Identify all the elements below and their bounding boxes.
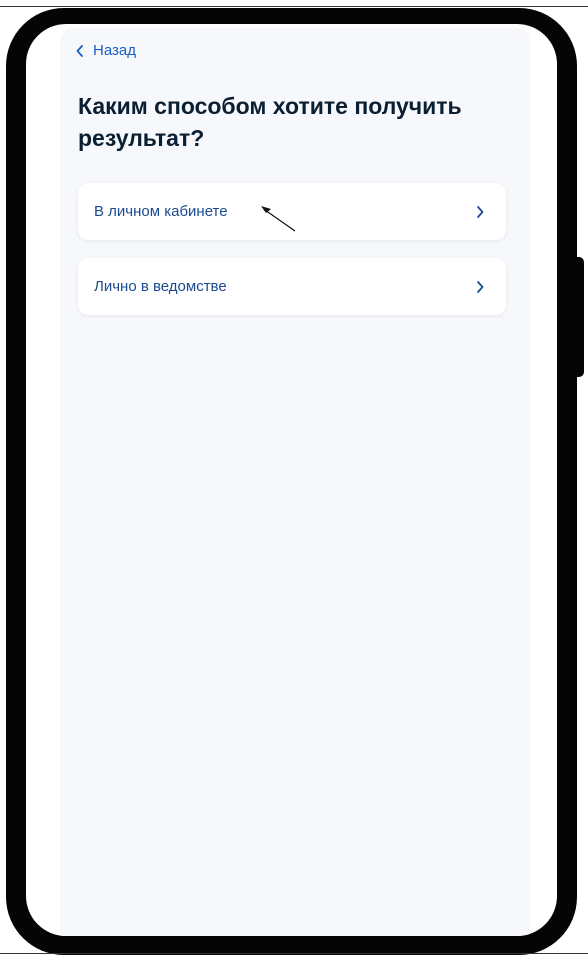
back-link[interactable]: Назад [76, 42, 136, 59]
phone-screen: Назад Каким способом хотите получить рез… [26, 24, 557, 936]
cursor-pointer-icon [261, 206, 296, 232]
chevron-right-icon [477, 205, 484, 218]
option-label: Лично в ведомстве [94, 278, 227, 295]
chevron-right-icon [477, 280, 484, 293]
chevron-left-icon [76, 44, 83, 57]
bottom-divider-line [0, 953, 588, 954]
option-label: В личном кабинете [94, 203, 228, 220]
page-content: Назад Каким способом хотите получить рез… [60, 28, 530, 936]
page-title: Каким способом хотите получить результат… [78, 93, 462, 151]
back-link-label: Назад [93, 42, 136, 59]
top-divider-line [0, 6, 588, 7]
option-in-person[interactable]: Лично в ведомстве [78, 258, 506, 315]
phone-side-button [574, 257, 584, 377]
